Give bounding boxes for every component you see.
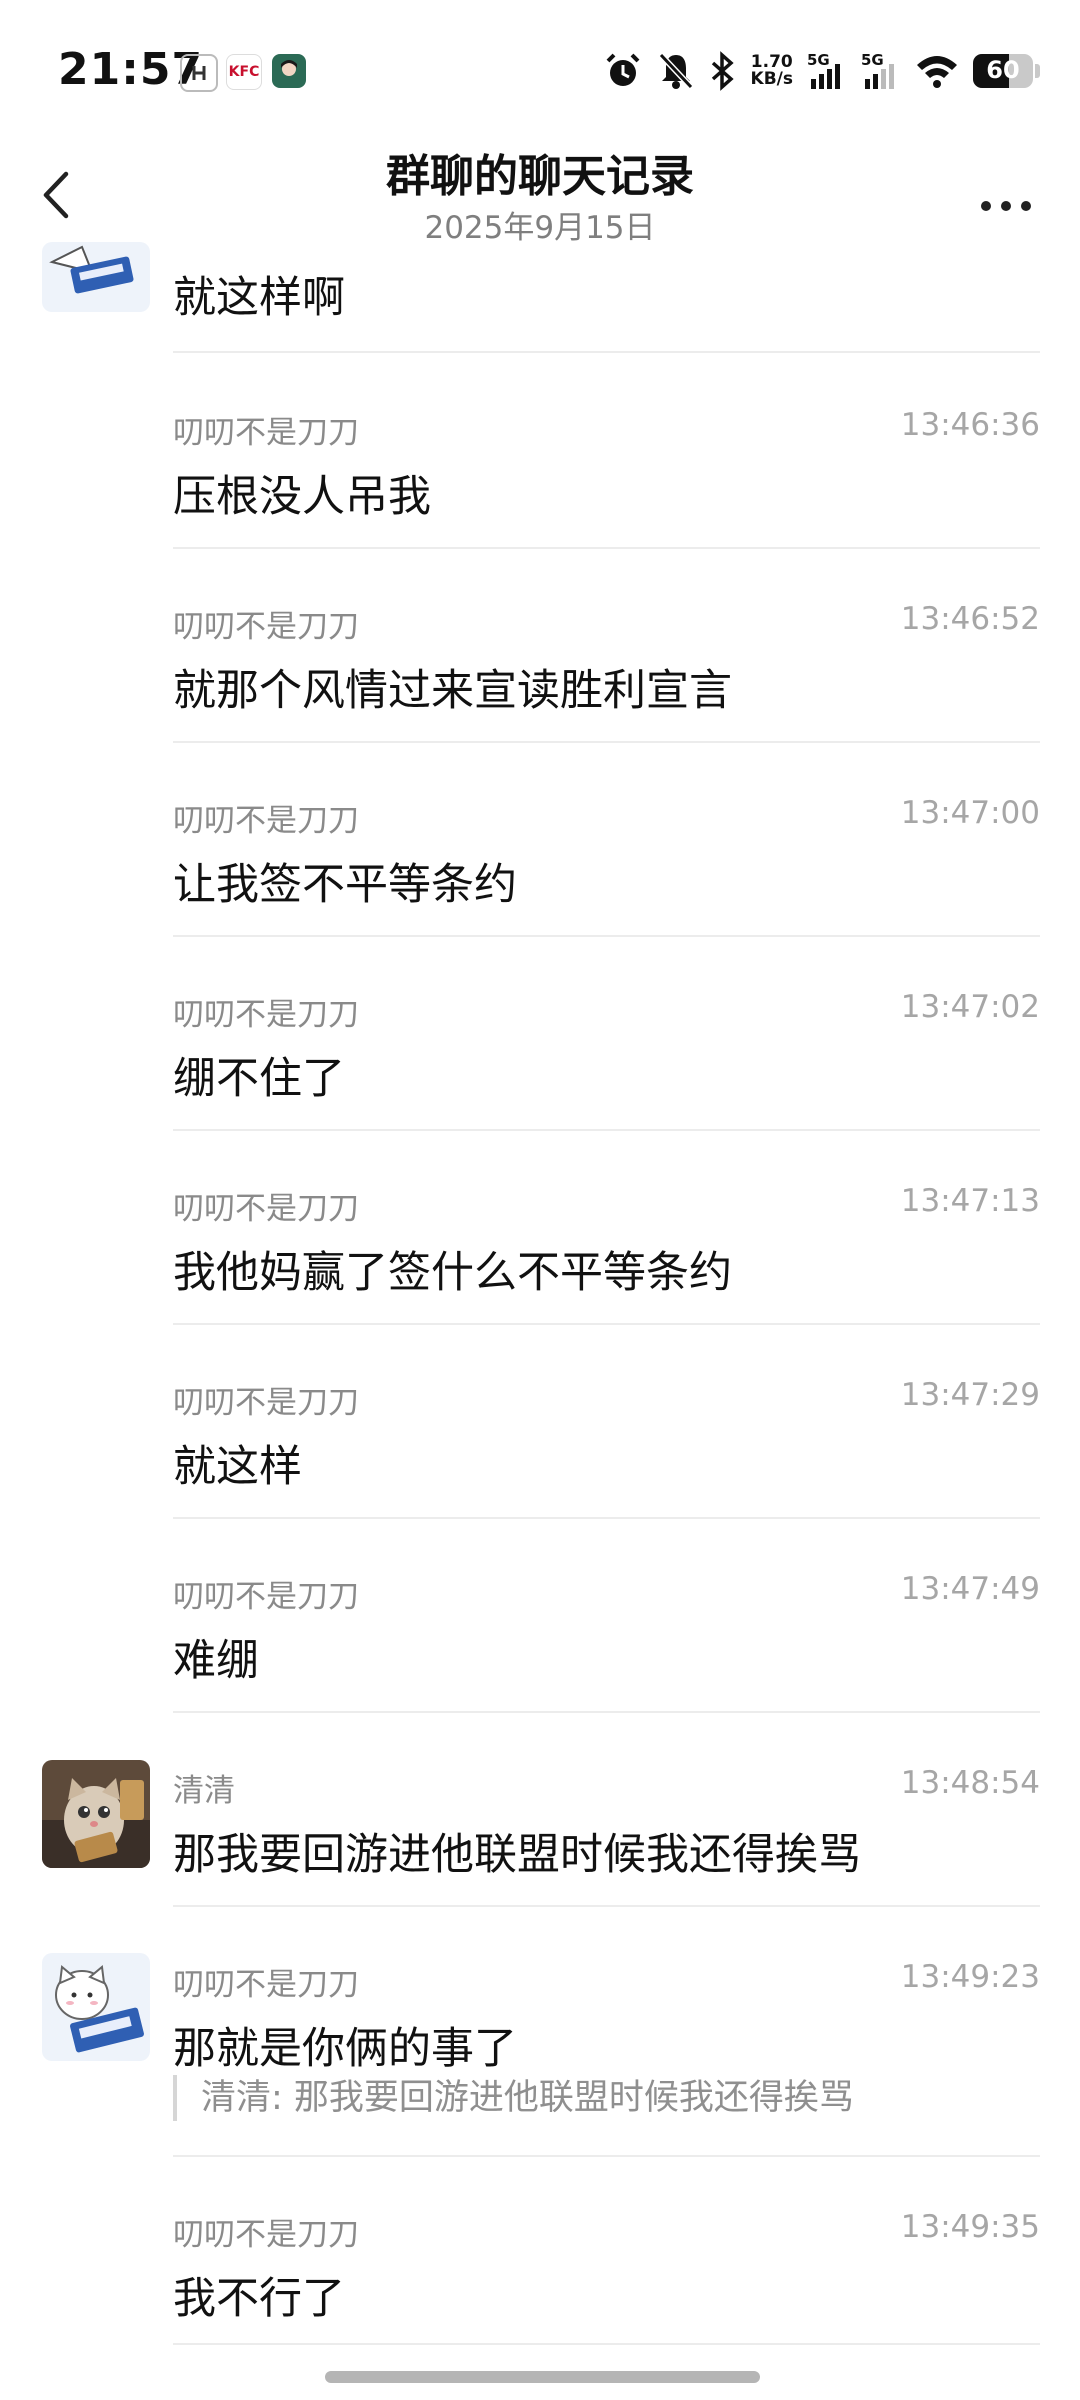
wifi-icon (917, 56, 957, 88)
bell-off-icon (658, 52, 693, 90)
quoted-reply[interactable]: 清清: 那我要回游进他联盟时候我还得挨骂 (173, 2075, 854, 2121)
message-sender: 叨叨不是刀刀 (173, 1579, 359, 1615)
more-button[interactable] (966, 160, 1046, 230)
message-text: 我不行了 (173, 2274, 345, 2324)
message-item[interactable]: 叨叨不是刀刀 13:47:49 难绷 (0, 1519, 1080, 1713)
message-item[interactable]: 叨叨不是刀刀 13:49:23 那就是你俩的事了 清清: 那我要回游进他联盟时候… (0, 1907, 1080, 2157)
kfc-icon-label: KFC (228, 64, 260, 80)
message-text: 就那个风情过来宣读胜利宣言 (173, 666, 732, 716)
message-text: 难绷 (173, 1636, 259, 1686)
message-text: 就这样啊 (173, 273, 345, 323)
page-date: 2025年9月15日 (424, 210, 656, 246)
message-item[interactable]: 叨叨不是刀刀 13:47:02 绷不住了 (0, 937, 1080, 1131)
message-item[interactable]: 叨叨不是刀刀 13:47:00 让我签不平等条约 (0, 743, 1080, 937)
message-item[interactable]: 叨叨不是刀刀 13:47:13 我他妈赢了签什么不平等条约 (0, 1131, 1080, 1325)
message-item[interactable]: 叨叨不是刀刀 13:46:52 就那个风情过来宣读胜利宣言 (0, 549, 1080, 743)
avatar-cat-photo[interactable] (42, 1760, 150, 1868)
message-text: 绷不住了 (173, 1054, 345, 1104)
network-speed-unit: KB/s (750, 69, 793, 89)
message-item[interactable]: 就这样啊 (0, 242, 1080, 355)
message-time: 13:46:36 (900, 407, 1040, 443)
page-title: 群聊的聊天记录 (386, 151, 694, 202)
message-sender: 叨叨不是刀刀 (173, 415, 359, 451)
bluetooth-icon (711, 51, 734, 91)
message-divider (173, 2343, 1040, 2345)
message-sender: 清清 (173, 1773, 235, 1809)
message-time: 13:47:00 (900, 795, 1040, 831)
message-item[interactable]: 叨叨不是刀刀 13:49:35 我不行了 (0, 2157, 1080, 2347)
status-bar: 21:57 KFC 1.70 KB/s 5G 5G 60 (0, 0, 1080, 140)
message-sender: 叨叨不是刀刀 (173, 997, 359, 1033)
battery-level: 60 (986, 56, 1020, 84)
message-time: 13:47:29 (900, 1377, 1040, 1413)
avatar-cat-sign[interactable] (42, 242, 150, 312)
message-text: 让我签不平等条约 (173, 860, 517, 910)
message-sender: 叨叨不是刀刀 (173, 609, 359, 645)
message-sender: 叨叨不是刀刀 (173, 1191, 359, 1227)
message-text: 那我要回游进他联盟时候我还得挨骂 (173, 1830, 861, 1880)
message-item[interactable]: 叨叨不是刀刀 13:47:29 就这样 (0, 1325, 1080, 1519)
message-time: 13:47:02 (900, 989, 1040, 1025)
kfc-app-icon: KFC (226, 54, 262, 90)
status-icons: 1.70 KB/s 5G 5G 60 (603, 48, 1040, 94)
message-item[interactable]: 清清 13:48:54 那我要回游进他联盟时候我还得挨骂 (0, 1713, 1080, 1907)
signal-1: 5G (807, 51, 847, 91)
battery-icon: 60 (973, 54, 1033, 88)
message-text: 那就是你俩的事了 (173, 2024, 517, 2074)
avatar-app-icon (272, 54, 306, 88)
message-sender: 叨叨不是刀刀 (173, 1967, 359, 2003)
message-time: 13:47:13 (900, 1183, 1040, 1219)
home-indicator[interactable] (325, 2371, 760, 2383)
message-time: 13:47:49 (900, 1571, 1040, 1607)
alarm-icon (606, 53, 639, 86)
message-item[interactable]: 叨叨不是刀刀 13:46:36 压根没人吊我 (0, 355, 1080, 549)
more-dots-icon (981, 201, 1031, 211)
message-text: 压根没人吊我 (173, 472, 431, 522)
message-divider (173, 351, 1040, 353)
message-sender: 叨叨不是刀刀 (173, 2217, 359, 2253)
message-time: 13:49:23 (900, 1959, 1040, 1995)
battery-tip (1035, 64, 1040, 78)
message-sender: 叨叨不是刀刀 (173, 1385, 359, 1421)
app-notification-icon (180, 54, 218, 92)
message-time: 13:48:54 (900, 1765, 1040, 1801)
message-text: 就这样 (173, 1442, 302, 1492)
network-speed: 1.70 KB/s (751, 54, 793, 88)
message-time: 13:49:35 (900, 2209, 1040, 2245)
message-text: 我他妈赢了签什么不平等条约 (173, 1248, 732, 1298)
chat-history-header: 群聊的聊天记录 2025年9月15日 (0, 140, 1080, 250)
avatar-cat-sign[interactable] (42, 1953, 150, 2061)
message-time: 13:46:52 (900, 601, 1040, 637)
message-sender: 叨叨不是刀刀 (173, 803, 359, 839)
signal-2: 5G (861, 51, 901, 91)
